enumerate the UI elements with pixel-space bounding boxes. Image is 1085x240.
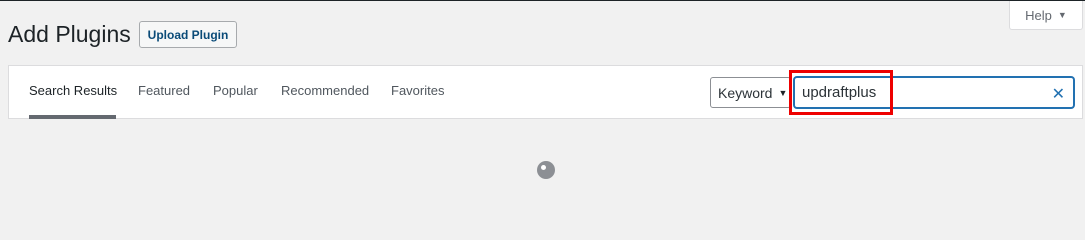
page-title: Add Plugins	[8, 21, 131, 47]
help-tab-button[interactable]: Help ▼	[1009, 1, 1083, 30]
search-input-value[interactable]: updraftplus	[802, 84, 876, 101]
plugin-filter-bar: Search Results Featured Popular Recommen…	[8, 65, 1083, 119]
tab-popular[interactable]: Popular	[213, 83, 258, 98]
help-tab-label: Help	[1025, 7, 1052, 23]
current-tab-indicator	[29, 115, 116, 119]
tab-recommended[interactable]: Recommended	[281, 83, 369, 98]
admin-bar-edge	[0, 0, 1085, 1]
upload-plugin-button[interactable]: Upload Plugin	[139, 21, 237, 48]
plugin-search-input[interactable]: updraftplus ✕	[794, 77, 1074, 108]
spinner-icon	[537, 161, 555, 179]
tab-featured[interactable]: Featured	[138, 83, 190, 98]
tab-favorites[interactable]: Favorites	[391, 83, 444, 98]
tab-search-results[interactable]: Search Results	[29, 83, 117, 98]
caret-down-icon: ▼	[778, 87, 788, 98]
search-type-select[interactable]: Keyword ▼	[710, 77, 791, 108]
plugin-install-page: Help ▼ Add Plugins Upload Plugin Search …	[0, 0, 1085, 202]
search-type-value: Keyword	[718, 84, 773, 101]
caret-down-icon: ▼	[1057, 10, 1067, 20]
close-icon[interactable]: ✕	[1052, 84, 1065, 104]
